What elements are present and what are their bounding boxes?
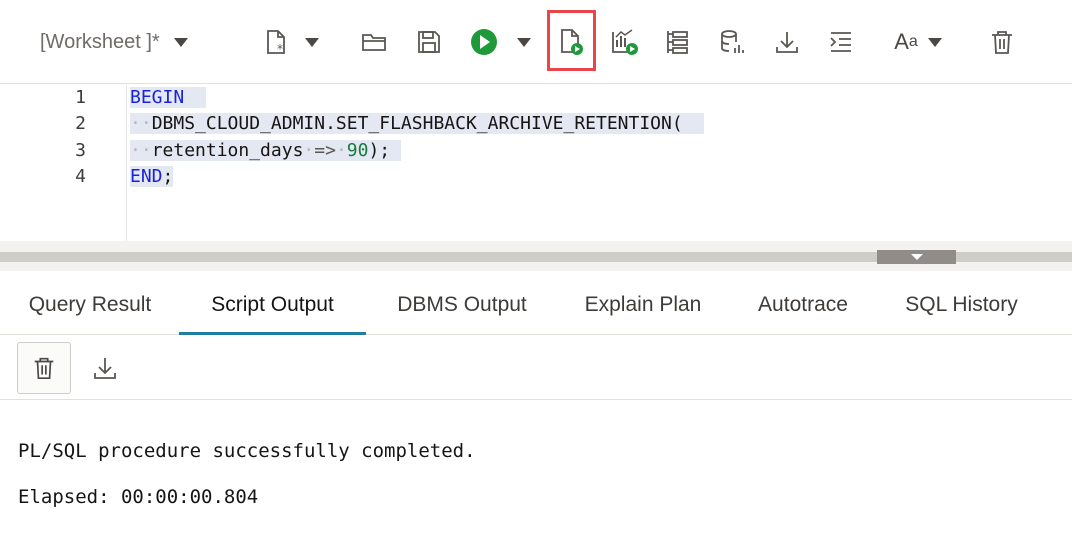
download-icon[interactable] [767,22,807,62]
clear-output-button[interactable] [17,342,71,394]
database-icon[interactable] [712,22,752,62]
chevron-down-icon [173,37,188,47]
tab-autotrace[interactable]: Autotrace [743,275,863,335]
procedure-call: DBMS_CLOUD_ADMIN.SET_FLASHBACK_ARCHIVE_R… [151,113,683,134]
run-menu-button[interactable] [514,22,534,62]
run-script-highlight [547,10,596,71]
tab-sql-history[interactable]: SQL History [890,275,1033,335]
open-folder-icon[interactable] [354,22,394,62]
output-toolbar [0,336,1072,400]
line-number-gutter: 1 2 3 4 [0,85,127,241]
keyword-end: END [130,166,163,187]
code-line: ··DBMS_CLOUD_ADMIN.SET_FLASHBACK_ARCHIVE… [130,111,705,137]
download-icon [94,358,116,379]
svg-text:*: * [277,42,283,56]
run-statement-icon[interactable] [464,22,504,62]
code-line: ··retention_days·=>·90); [130,138,401,164]
line-number: 1 [75,87,86,108]
clear-icon[interactable] [982,22,1022,62]
format-icon[interactable] [821,22,861,62]
save-icon[interactable] [409,22,449,62]
font-size-icon[interactable]: Aa [886,22,950,62]
code-line: END; [130,164,174,190]
script-output-panel: PL/SQL procedure successfully completed.… [0,400,1072,537]
worksheet-selector[interactable]: [Worksheet ]* [40,22,220,62]
splitter-handle[interactable] [877,250,956,264]
pane-splitter[interactable] [0,241,1072,271]
chevron-down-icon [927,37,942,47]
collapse-down-icon [910,254,923,260]
sql-editor[interactable]: 1 2 3 4 BEGIN ··DBMS_CLOUD_ADMIN.SET_FLA… [0,85,1072,241]
output-message: PL/SQL procedure successfully completed. [18,440,476,462]
explain-plan-icon[interactable] [605,22,645,62]
output-tabs: Query Result Script Output DBMS Output E… [0,275,1072,335]
tab-dbms-output[interactable]: DBMS Output [382,275,542,335]
worksheet-toolbar: [Worksheet ]* * A a [0,0,1072,84]
statement-terminator: ; [162,166,174,187]
tab-query-result[interactable]: Query Result [14,275,166,335]
download-output-button[interactable] [78,342,132,394]
new-file-menu-button[interactable] [302,22,322,62]
tab-explain-plan[interactable]: Explain Plan [572,275,714,335]
tab-script-output[interactable]: Script Output [179,275,366,335]
number-literal: 90 [346,140,369,161]
worksheet-label: [Worksheet ]* [40,30,160,53]
parameter-name: retention_days [151,140,304,161]
line-number: 2 [75,113,86,134]
line-number: 3 [75,140,86,161]
trash-icon [34,357,54,380]
autotrace-icon[interactable] [657,22,697,62]
call-terminator: ); [368,140,391,161]
keyword-begin: BEGIN [130,87,185,108]
assoc-operator: => [314,140,336,161]
code-line: BEGIN [130,85,206,111]
chevron-down-icon [517,37,531,47]
chevron-down-icon [305,37,319,47]
line-number: 4 [75,166,86,187]
new-file-icon[interactable]: * [256,22,296,62]
elapsed-time: Elapsed: 00:00:00.804 [18,486,259,508]
